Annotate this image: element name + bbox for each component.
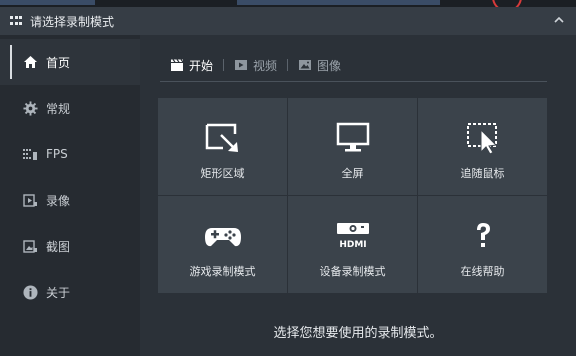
mode-label: 游戏录制模式 — [189, 265, 256, 278]
mode-label: 全屏 — [341, 167, 364, 180]
tab-bar: 开始 视频 图像 — [160, 55, 547, 82]
fps-icon — [22, 146, 38, 162]
clapperboard-icon — [171, 59, 184, 71]
mode-tile-online-help[interactable]: 在线帮助 — [418, 196, 547, 293]
tab-video[interactable]: 视频 — [224, 55, 287, 75]
rectangle-area-icon — [203, 122, 243, 154]
sidebar-item-label: 录像 — [46, 193, 71, 208]
image-icon — [299, 60, 312, 70]
help-icon — [463, 220, 503, 252]
mode-grid: 矩形区域 全屏 追随鼠标 游戏录制模式 HDMI 设备录制模式 在线帮助 — [158, 98, 547, 296]
svg-text:HDMI: HDMI — [339, 240, 366, 250]
sidebar-item-general[interactable]: 常规 — [0, 85, 140, 131]
top-strip-segment — [237, 0, 440, 5]
tab-label: 开始 — [189, 58, 214, 73]
mode-tile-game[interactable]: 游戏录制模式 — [158, 196, 287, 293]
follow-mouse-icon — [463, 122, 503, 154]
sidebar-item-video[interactable]: 录像 — [0, 177, 140, 223]
sidebar-item-label: 首页 — [46, 55, 71, 70]
tab-label: 视频 — [253, 58, 278, 73]
sidebar-item-about[interactable]: 关于 — [0, 269, 140, 315]
sidebar: 首页 常规 FPS 录像 截图 关于 — [0, 35, 140, 356]
monitor-icon — [333, 122, 373, 154]
mode-tile-fullscreen[interactable]: 全屏 — [288, 98, 417, 195]
tab-image[interactable]: 图像 — [288, 55, 351, 75]
main-panel: 开始 视频 图像 矩形区域 全屏 追随鼠标 游戏录制模式 HDMI 设备录制模式… — [140, 35, 576, 356]
video-record-icon — [22, 192, 38, 208]
sidebar-item-home[interactable]: 首页 — [0, 39, 140, 85]
gear-icon — [22, 100, 38, 116]
mode-tile-rectangle-area[interactable]: 矩形区域 — [158, 98, 287, 195]
mode-tile-device[interactable]: HDMI 设备录制模式 — [288, 196, 417, 293]
sidebar-item-label: 关于 — [46, 285, 71, 300]
home-icon — [22, 54, 38, 70]
info-icon — [22, 284, 38, 300]
mode-label: 矩形区域 — [200, 167, 245, 180]
instruction-text: 选择您想要使用的录制模式。 — [273, 326, 443, 341]
sidebar-item-label: 常规 — [46, 101, 71, 116]
top-strip — [0, 0, 576, 12]
sidebar-item-fps[interactable]: FPS — [0, 131, 140, 177]
app-grid-icon — [10, 16, 22, 26]
collapse-chevron-up-icon[interactable] — [552, 13, 566, 27]
tab-start[interactable]: 开始 — [160, 55, 223, 75]
sidebar-item-screenshot[interactable]: 截图 — [0, 223, 140, 269]
mode-label: 设备录制模式 — [319, 265, 386, 278]
screenshot-icon — [22, 238, 38, 254]
sidebar-item-label: FPS — [46, 147, 68, 161]
window-title: 请选择录制模式 — [30, 14, 115, 29]
gamepad-icon — [203, 220, 243, 252]
mode-tile-follow-mouse[interactable]: 追随鼠标 — [418, 98, 547, 195]
video-icon — [235, 60, 248, 70]
sidebar-item-label: 截图 — [46, 239, 71, 254]
title-bar: 请选择录制模式 — [0, 7, 576, 35]
mode-label: 在线帮助 — [460, 265, 505, 278]
top-strip-segment — [0, 0, 95, 5]
hdmi-device-icon: HDMI — [333, 220, 373, 252]
mode-label: 追随鼠标 — [460, 167, 505, 180]
tab-label: 图像 — [317, 58, 342, 73]
